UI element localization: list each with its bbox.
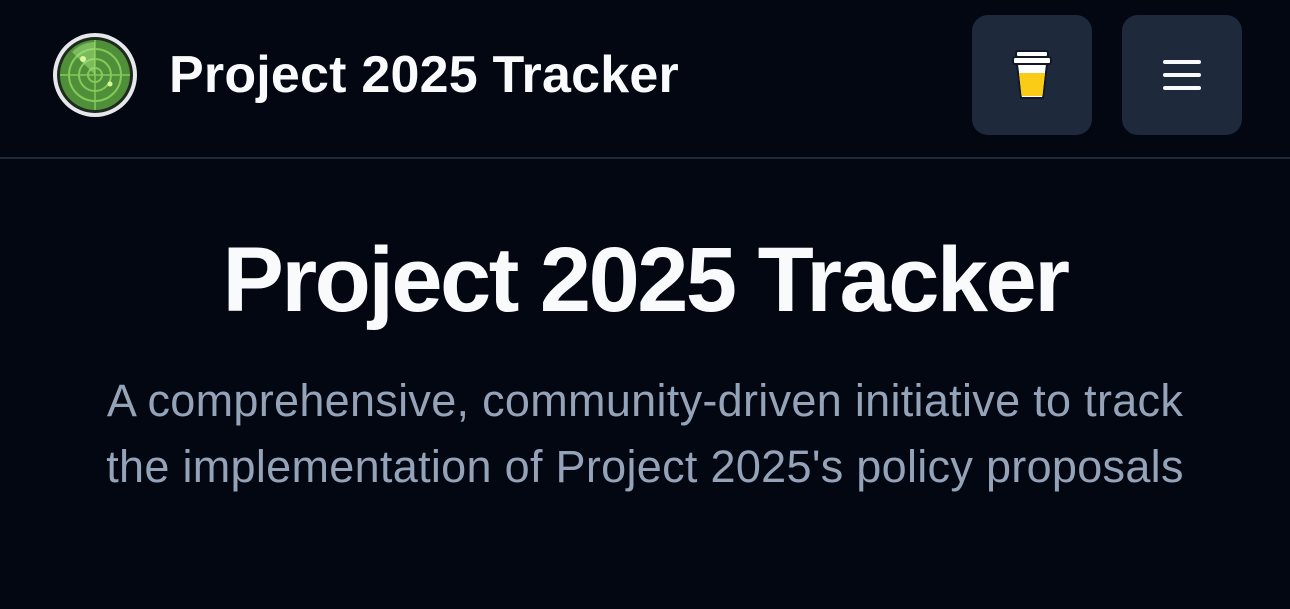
radar-icon [53,33,137,117]
hamburger-menu-icon [1163,60,1201,90]
coffee-cup-icon [1012,50,1052,99]
menu-button[interactable] [1122,15,1242,135]
site-header: Project 2025 Tracker [0,0,1290,159]
brand-link[interactable]: Project 2025 Tracker [52,32,679,118]
buy-me-a-coffee-button[interactable] [972,15,1092,135]
page-title: Project 2025 Tracker [222,229,1070,331]
brand-title: Project 2025 Tracker [169,46,679,104]
page-subtitle: A comprehensive, community-driven initia… [106,375,1184,492]
